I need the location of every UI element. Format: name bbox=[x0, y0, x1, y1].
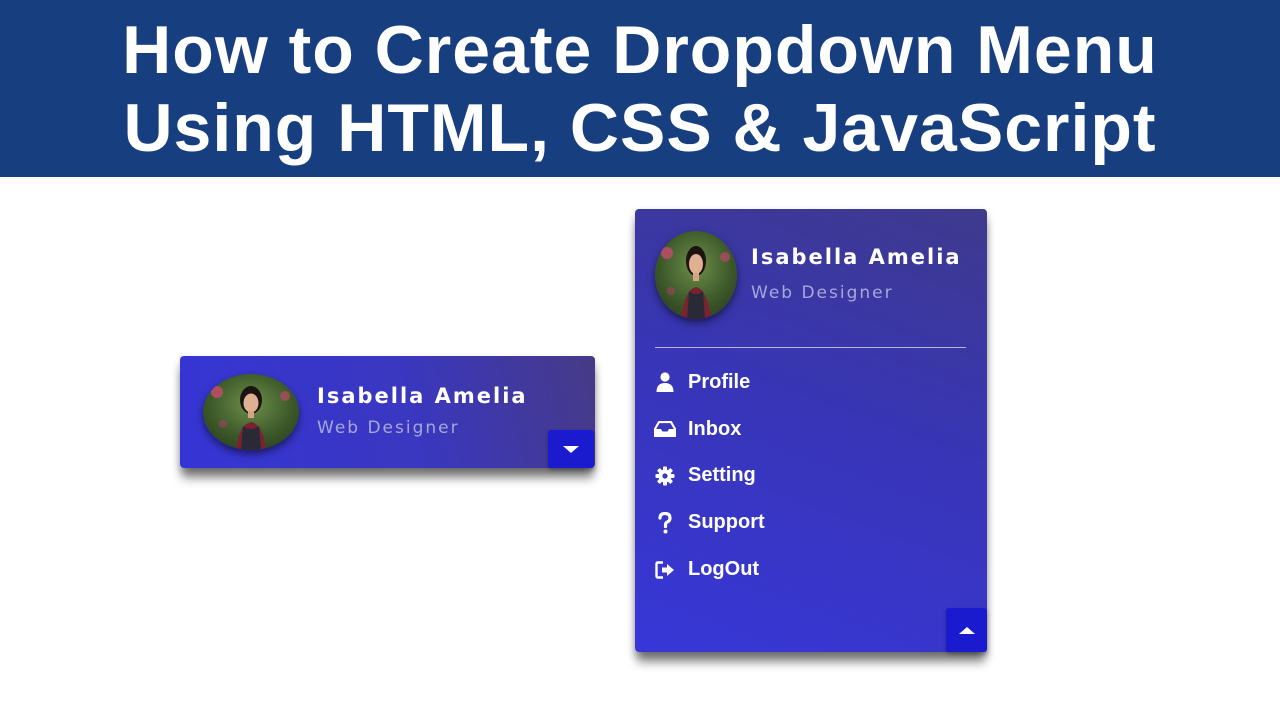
menu-item-support[interactable]: Support bbox=[653, 499, 953, 546]
menu-item-label: Setting bbox=[688, 464, 756, 487]
caret-down-icon bbox=[563, 445, 579, 453]
profile-dropdown-collapsed: Isabella Amelia Web Designer bbox=[180, 356, 595, 468]
menu-item-label: Support bbox=[688, 511, 765, 534]
avatar-photo bbox=[203, 374, 299, 450]
user-name: Isabella Amelia bbox=[751, 245, 962, 269]
banner-title-line-1: How to Create Dropdown Menu bbox=[122, 11, 1158, 88]
menu-item-label: Inbox bbox=[688, 417, 742, 440]
menu-item-logout[interactable]: LogOut bbox=[653, 546, 953, 593]
banner-title-line-2: Using HTML, CSS & JavaScript bbox=[123, 89, 1157, 166]
dropdown-toggle-button[interactable] bbox=[946, 608, 987, 652]
gear-icon bbox=[653, 465, 677, 487]
avatar-photo bbox=[655, 231, 737, 319]
logout-icon bbox=[653, 559, 677, 581]
user-role: Web Designer bbox=[751, 283, 894, 303]
menu-item-profile[interactable]: Profile bbox=[653, 359, 953, 406]
menu-item-setting[interactable]: Setting bbox=[653, 453, 953, 500]
inbox-icon bbox=[653, 418, 677, 440]
dropdown-menu: Profile Inbox Setting Support LogOut bbox=[653, 359, 953, 593]
title-banner: How to Create Dropdown Menu Using HTML, … bbox=[0, 0, 1280, 177]
avatar bbox=[203, 374, 299, 450]
menu-item-label: LogOut bbox=[688, 558, 760, 581]
menu-item-label: Profile bbox=[688, 370, 751, 393]
user-icon bbox=[653, 371, 677, 393]
avatar bbox=[655, 231, 737, 319]
profile-dropdown-expanded: Isabella Amelia Web Designer Profile Inb… bbox=[635, 209, 987, 652]
caret-up-icon bbox=[958, 626, 975, 634]
question-icon bbox=[653, 511, 677, 534]
user-name: Isabella Amelia bbox=[317, 384, 528, 408]
menu-divider bbox=[655, 347, 966, 348]
user-role: Web Designer bbox=[317, 418, 460, 438]
dropdown-toggle-button[interactable] bbox=[548, 430, 594, 468]
menu-item-inbox[interactable]: Inbox bbox=[653, 406, 953, 453]
